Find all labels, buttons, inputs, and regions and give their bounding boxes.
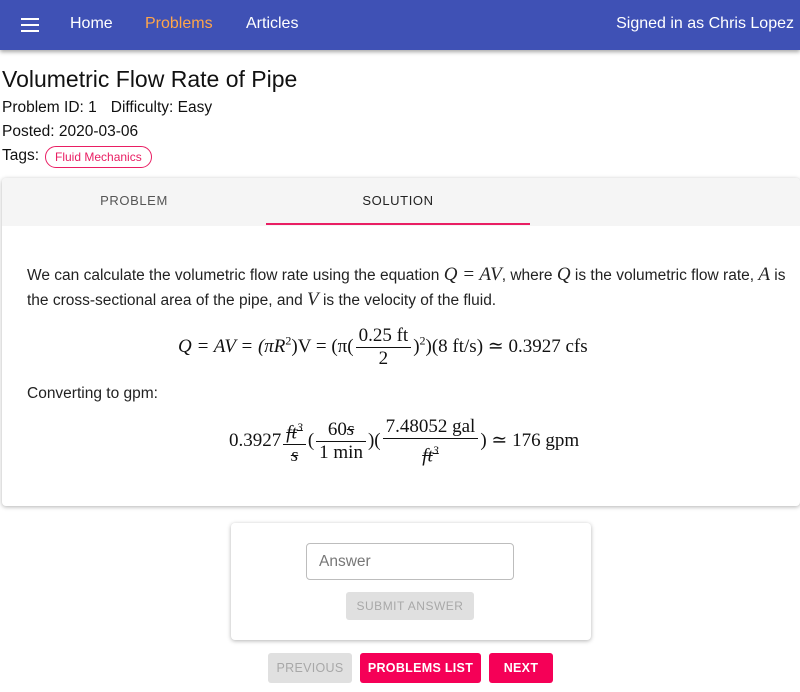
hamburger-menu-icon[interactable]	[21, 18, 39, 32]
solution-paragraph: We can calculate the volumetric flow rat…	[27, 263, 797, 313]
submit-answer-button[interactable]: SUBMIT ANSWER	[346, 592, 474, 620]
text-segment: is the volumetric flow rate,	[570, 267, 759, 284]
answer-card: SUBMIT ANSWER	[231, 523, 591, 640]
math-inline: Q	[556, 264, 571, 285]
page-title: Volumetric Flow Rate of Pipe	[2, 66, 298, 92]
unit-exponent: 3	[432, 443, 439, 457]
number-text: 60	[327, 419, 347, 441]
next-button[interactable]: NEXT	[489, 653, 553, 683]
math-inline: Q = AV	[443, 264, 502, 285]
text-segment: is the velocity of the fluid.	[318, 292, 497, 309]
nav-home-link[interactable]: Home	[70, 15, 113, 33]
fraction-denominator: 2	[378, 348, 389, 369]
unit-text: ft	[422, 445, 433, 467]
previous-button[interactable]: PREVIOUS	[268, 653, 352, 683]
active-tab-indicator	[266, 223, 530, 225]
problem-id: Problem ID: 1	[2, 99, 97, 116]
problem-meta: Problem ID: 1 Difficulty: Easy	[2, 99, 212, 117]
answer-input[interactable]	[306, 543, 514, 580]
tags-label: Tags:	[2, 147, 40, 164]
app-bar: Home Problems Articles Signed in as Chri…	[0, 0, 800, 50]
solution-card: PROBLEM SOLUTION We can calculate the vo…	[2, 178, 800, 506]
problem-difficulty: Difficulty: Easy	[110, 99, 213, 116]
tab-bar: PROBLEM SOLUTION	[2, 178, 800, 226]
problems-list-button[interactable]: PROBLEMS LIST	[360, 653, 481, 683]
equation-coefficient: 0.3927	[229, 430, 282, 452]
tab-problem[interactable]: PROBLEM	[2, 178, 266, 226]
tab-solution[interactable]: SOLUTION	[266, 178, 530, 226]
fraction-denominator: 1 min	[319, 442, 363, 464]
unit-exponent: 3	[296, 420, 303, 434]
gpm-conversion-equation: 0.3927 ft3 s(60s 1 min)(7.48052 gal ft3) ≃ 1…	[229, 416, 579, 467]
math-inline: V	[307, 289, 319, 310]
signed-in-user: Signed in as Chris Lopez	[616, 15, 794, 32]
seconds-fraction: 60s 1 min	[316, 419, 366, 464]
text-segment: , where	[501, 267, 557, 284]
fraction-numerator: 0.25 ft	[355, 325, 412, 348]
tag-chip-fluid-mechanics[interactable]: Fluid Mechanics	[45, 146, 152, 168]
nav-articles-link[interactable]: Articles	[246, 15, 298, 33]
paren-pair: )(	[367, 430, 381, 452]
unit-text: ft	[286, 422, 297, 444]
paren-open: (	[307, 430, 315, 452]
diameter-fraction: 0.25 ft 2	[355, 325, 412, 370]
fraction-numerator: ft3	[283, 416, 306, 446]
flow-rate-equation: Q = AV = (πR2)V = (π(0.25 ft 2)2)(8 ft/s)…	[178, 325, 588, 370]
converting-label: Converting to gpm:	[27, 385, 158, 402]
equation-part: )(8 ft/s) ≃ 0.3927 cfs	[425, 335, 588, 357]
nav-problems-link[interactable]: Problems	[145, 15, 213, 33]
equation-part: ) ≃ 176 gpm	[480, 430, 580, 452]
equation-part: Q = AV = (πR	[178, 335, 286, 357]
cfs-fraction: ft3 s	[283, 416, 306, 467]
unit-text: s	[346, 419, 355, 441]
math-inline: A	[758, 264, 770, 285]
posted-date: Posted: 2020-03-06	[2, 123, 139, 140]
fraction-numerator: 60s	[316, 419, 366, 443]
text-segment: We can calculate the volumetric flow rat…	[27, 267, 444, 284]
fraction-denominator: ft3	[383, 439, 479, 467]
fraction-denominator: s	[290, 445, 299, 467]
equation-part: )V = (π(	[291, 335, 354, 357]
fraction-numerator: 7.48052 gal	[382, 416, 479, 439]
gallons-fraction: 7.48052 gal ft3	[382, 416, 479, 467]
